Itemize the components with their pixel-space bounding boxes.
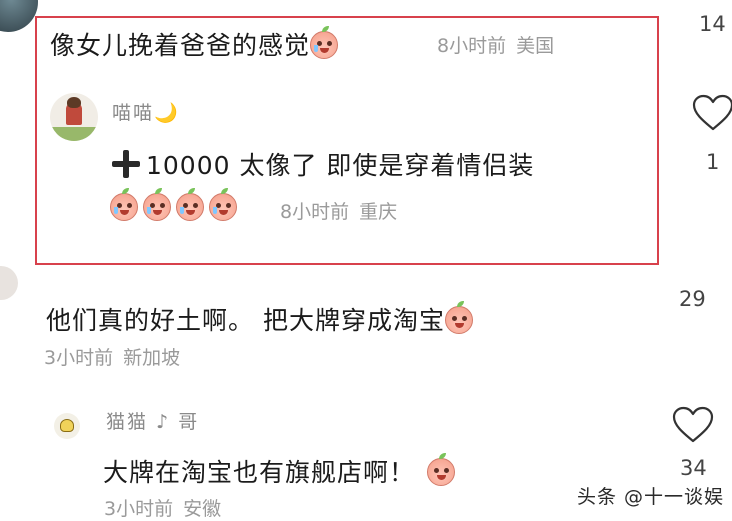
emoji-row [110, 188, 238, 221]
covering-mouth-emoji-icon [444, 301, 473, 334]
like-count: 29 [679, 287, 706, 311]
comment-location: 新加坡 [123, 347, 181, 369]
like-heart-icon[interactable] [692, 94, 732, 132]
reply-time: 3小时前 [104, 498, 174, 520]
reply-body: 10000 太像了 即使是穿着情侣装 [146, 151, 535, 180]
crying-emoji-icon [310, 26, 339, 59]
like-heart-icon[interactable] [672, 406, 714, 444]
reply-meta: 3小时前 安徽 [104, 494, 221, 521]
crying-emoji-icon [209, 188, 238, 221]
comment-text: 他们真的好土啊。 把大牌穿成淘宝 [46, 301, 473, 337]
reply-location: 安徽 [183, 498, 222, 520]
comment-text: 像女儿挽着爸爸的感觉 [50, 26, 339, 62]
avatar[interactable] [0, 266, 18, 300]
comment-meta: 8小时前 美国 [437, 31, 554, 58]
crying-emoji-icon [176, 188, 205, 221]
reply-username[interactable]: 喵喵🌙 [112, 98, 180, 125]
crying-emoji-icon [143, 188, 172, 221]
comment-location: 美国 [516, 35, 555, 57]
watermark: 头条 @十一谈娱 [577, 486, 725, 508]
comment-body: 像女儿挽着爸爸的感觉 [50, 31, 311, 60]
reply-location: 重庆 [359, 201, 398, 223]
avatar[interactable] [50, 93, 98, 141]
covering-mouth-emoji-icon [427, 453, 456, 486]
comment-meta: 3小时前 新加坡 [44, 343, 180, 370]
like-count: 14 [699, 12, 726, 36]
crying-emoji-icon [110, 188, 138, 221]
like-count: 1 [706, 150, 720, 174]
like-count: 34 [680, 456, 707, 480]
reply-meta: 8小时前 重庆 [280, 197, 397, 224]
comment-time: 3小时前 [44, 347, 114, 369]
reply-username[interactable]: 猫猫 ♪ 哥 [106, 407, 199, 434]
reply-text: 10000 太像了 即使是穿着情侣装 [112, 146, 534, 182]
reply-text: 大牌在淘宝也有旗舰店啊！ [103, 453, 456, 489]
reply-time: 8小时前 [280, 201, 350, 223]
avatar[interactable] [54, 413, 80, 439]
avatar[interactable] [0, 0, 38, 32]
reply-body: 大牌在淘宝也有旗舰店啊！ [103, 458, 416, 487]
plus-icon [112, 150, 140, 178]
comment-body: 他们真的好土啊。 把大牌穿成淘宝 [46, 306, 445, 335]
comment-time: 8小时前 [437, 35, 507, 57]
